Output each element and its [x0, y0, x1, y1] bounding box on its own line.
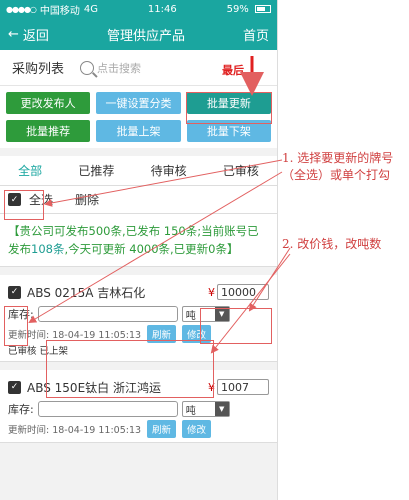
annotation-step1: 1. 选择要更新的牌号 （全选）或单个打勾 — [282, 150, 407, 184]
search-placeholder: 点击搜索 — [97, 61, 142, 75]
batch-list-button[interactable]: 批量上架 — [96, 120, 181, 142]
refresh-button[interactable]: 刷新 — [147, 420, 177, 438]
filter-tabs: 全部 已推荐 待审核 已审核 — [0, 156, 277, 186]
signal-icon: ●●●●○ — [6, 4, 37, 14]
change-publisher-button[interactable]: 更改发布人 — [6, 92, 91, 114]
back-arrow-icon: ← — [8, 26, 19, 42]
quota-info: 【贵公司可发布500条,已发布 150条;当前账号已发布108条,今天可更新 4… — [0, 214, 277, 267]
set-category-button[interactable]: 一键设置分类 — [96, 92, 181, 114]
annotation-last: 最后 — [222, 64, 244, 77]
tab-approved[interactable]: 已审核 — [223, 162, 259, 179]
updated-time: 更新时间: 18-04-19 11:05:13 — [8, 425, 142, 436]
delete-button[interactable]: 删除 — [75, 191, 99, 208]
stock-label: 库存: — [8, 403, 34, 416]
battery-level: 59% — [226, 3, 249, 15]
unit-value: 吨 — [185, 405, 196, 417]
edit-button[interactable]: 修改 — [182, 420, 212, 438]
search-icon — [80, 60, 95, 75]
unit-select[interactable]: 吨 ▼ — [181, 401, 230, 417]
clock: 11:46 — [147, 3, 177, 15]
stock-input[interactable] — [37, 306, 178, 322]
tab-recommended[interactable]: 已推荐 — [78, 162, 114, 179]
price-input[interactable]: 10000 — [217, 284, 269, 300]
network-label: 4G — [83, 3, 99, 15]
annotation-step1-line2: （全选）或单个打勾 — [282, 168, 391, 182]
quota-text-2: ,今天可更新 4000条,已更新0条】 — [64, 242, 239, 256]
status-bar: ●●●●○ 中国移动 4G 11:46 59% — [0, 0, 277, 18]
price-input[interactable]: 1007 — [217, 379, 269, 395]
annotation-box-batch-update — [186, 92, 272, 124]
battery-icon — [255, 4, 271, 13]
stock-input[interactable] — [37, 401, 178, 417]
quota-count: 108条 — [31, 242, 65, 256]
annotation-step2: 2. 改价钱，改吨数 — [282, 237, 382, 251]
purchase-list-link[interactable]: 采购列表 — [12, 58, 64, 77]
search-input[interactable]: 点击搜索 — [80, 60, 141, 76]
back-label: 返回 — [22, 28, 49, 44]
batch-recommend-button[interactable]: 批量推荐 — [6, 120, 91, 142]
annotation-box-stock — [46, 340, 214, 398]
tab-all[interactable]: 全部 — [18, 162, 42, 179]
chevron-down-icon: ▼ — [214, 402, 229, 416]
product-checkbox[interactable]: ✓ — [8, 285, 21, 299]
home-button[interactable]: 首页 — [243, 25, 269, 44]
tab-pending[interactable]: 待审核 — [151, 162, 187, 179]
nav-bar: ← 返回 管理供应产品 首页 — [0, 18, 277, 50]
carrier-label: 中国移动 — [39, 5, 80, 17]
annotation-box-checkbox — [4, 306, 28, 346]
page-title: 管理供应产品 — [106, 28, 185, 44]
currency-symbol: ¥ — [208, 285, 215, 299]
product-title: ABS 0215A 吉林石化 — [27, 285, 146, 300]
annotation-box-select-all — [4, 190, 44, 220]
annotation-box-price — [200, 308, 272, 344]
unit-value: 吨 — [185, 310, 196, 322]
back-button[interactable]: ← 返回 — [8, 25, 49, 44]
annotation-step1-line1: 1. 选择要更新的牌号 — [282, 151, 394, 165]
product-checkbox[interactable]: ✓ — [8, 380, 21, 394]
